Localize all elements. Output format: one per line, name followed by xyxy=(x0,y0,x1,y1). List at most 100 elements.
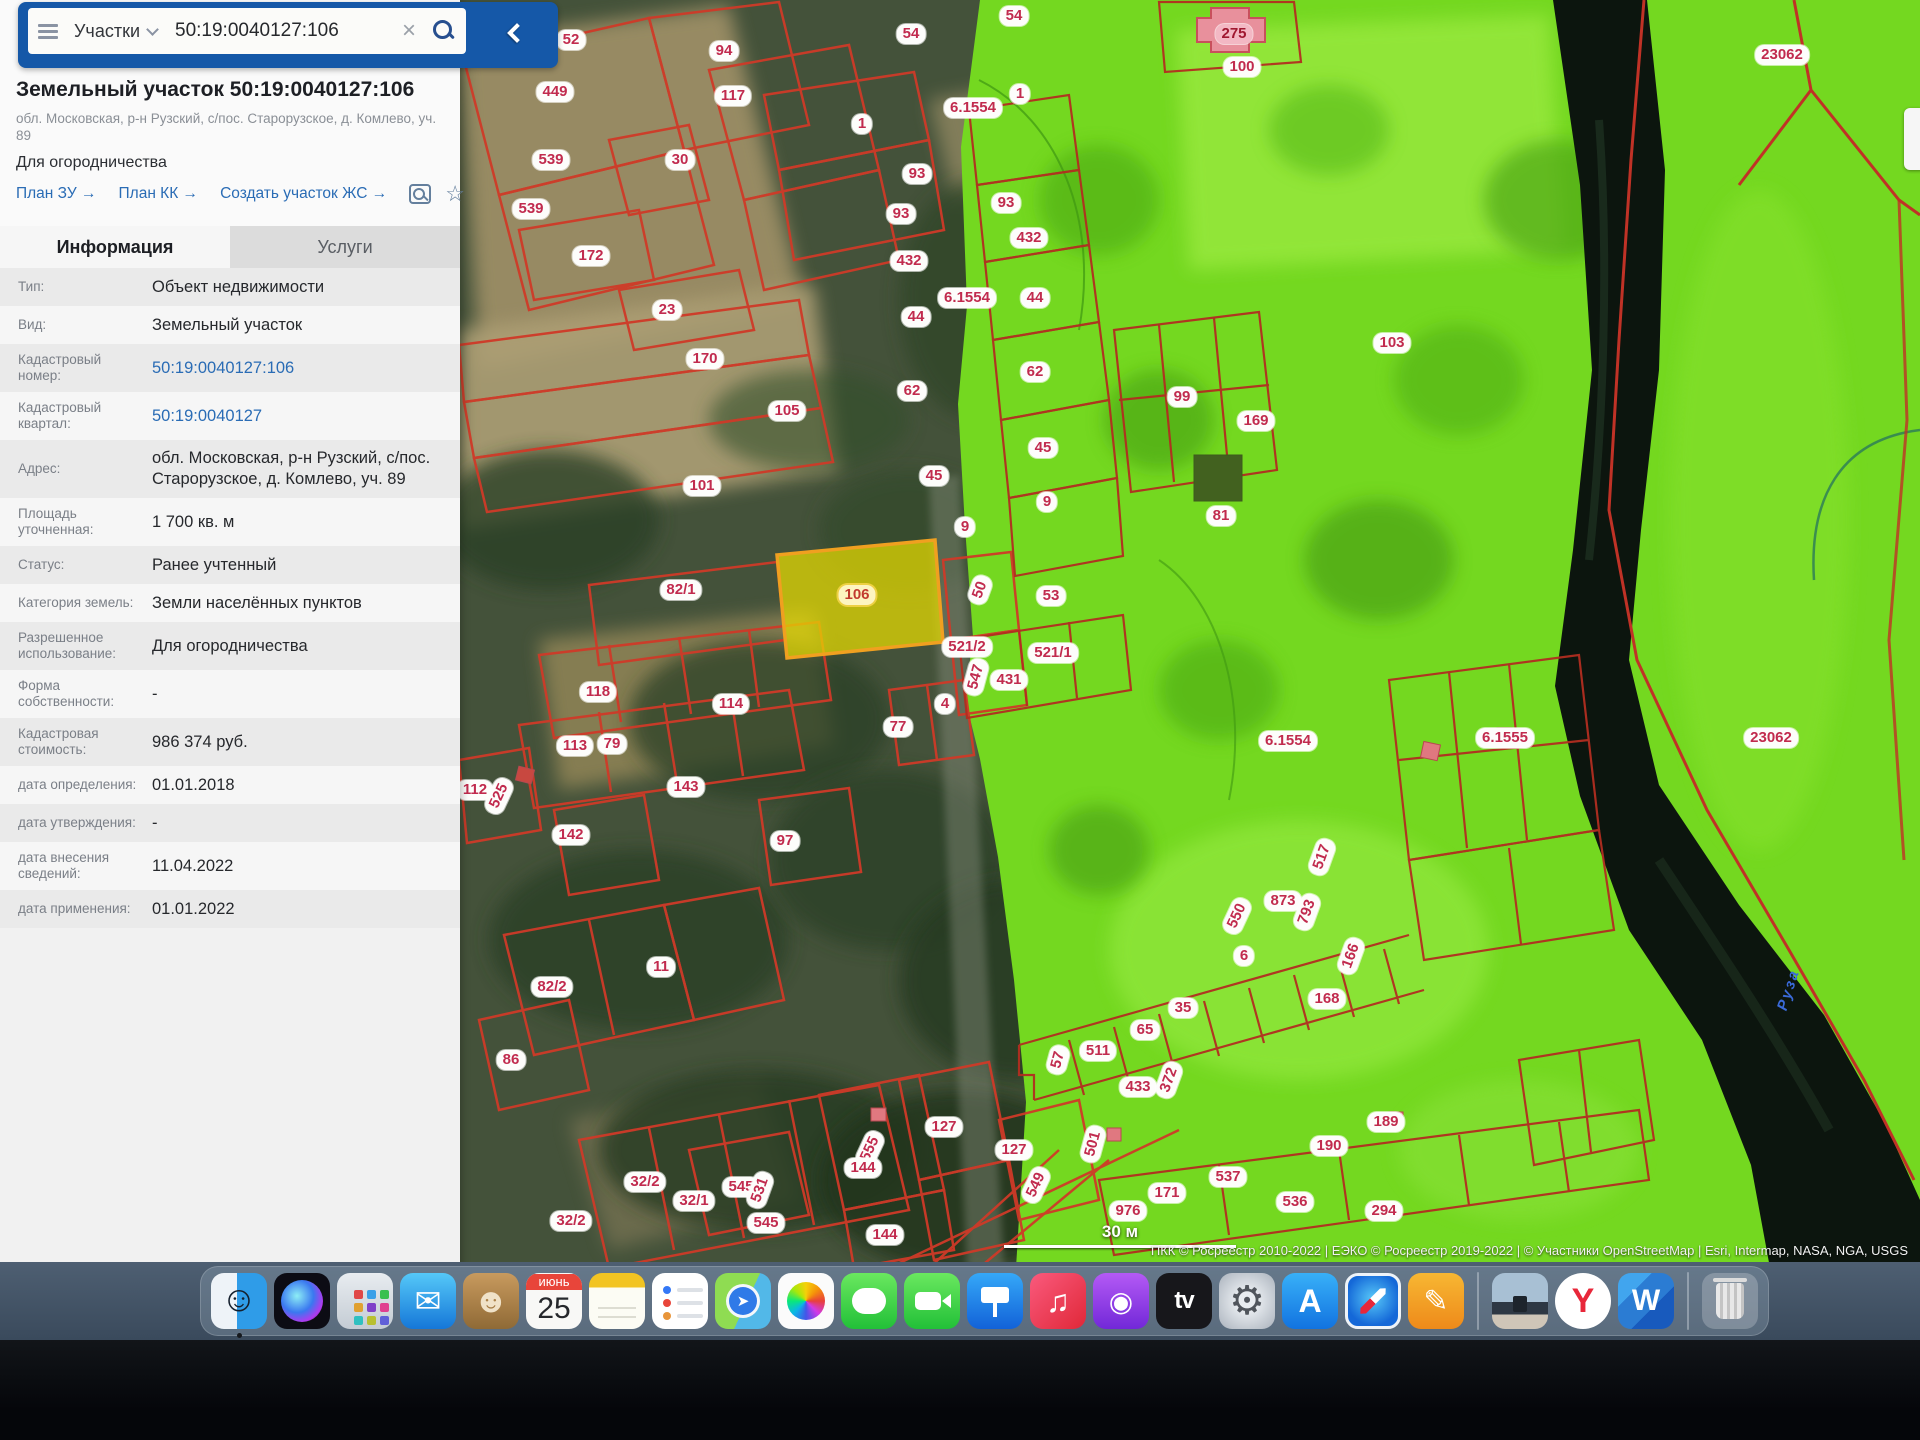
dock-icon[interactable]: ⚙ xyxy=(1219,1273,1275,1329)
plan-link[interactable]: Создать участок ЖС → xyxy=(220,185,387,203)
dock-icon[interactable]: A xyxy=(1282,1273,1338,1329)
dock-icon[interactable]: Y xyxy=(1555,1273,1611,1329)
info-row-value: 01.01.2018 xyxy=(152,775,460,796)
info-row-value: Для огородничества xyxy=(152,636,460,657)
parcel-info-table: Тип: Объект недвижимости Вид: Земельный … xyxy=(0,268,460,928)
dock-icon[interactable]: ✎ xyxy=(1408,1273,1464,1329)
app-icon xyxy=(663,1286,671,1294)
dock-icon[interactable]: ☻ xyxy=(463,1273,519,1329)
info-row-value: Объект недвижимости xyxy=(152,277,460,298)
app-icon: ☻ xyxy=(473,1282,509,1321)
app-icon: ➤ xyxy=(729,1287,757,1315)
dock-icon[interactable]: ➤ xyxy=(715,1273,771,1329)
dock-icon[interactable]: июнь 25 xyxy=(526,1273,582,1329)
zoom-to-parcel-icon[interactable] xyxy=(409,184,431,204)
info-row-label: Вид: xyxy=(0,317,152,333)
cadastral-map[interactable]: 52945454449117116.1554275100230625393053… xyxy=(459,0,1920,1268)
app-icon: tv xyxy=(1174,1287,1193,1315)
dock-icon[interactable]: ◉ xyxy=(1093,1273,1149,1329)
dock-icon[interactable]: tv xyxy=(1156,1273,1212,1329)
calendar-month: июнь xyxy=(526,1274,582,1290)
dock-icon[interactable] xyxy=(337,1273,393,1329)
info-row: Кадастровый номер: 50:19:0040127:106 xyxy=(0,344,460,392)
info-row-value: 50:19:0040127 xyxy=(152,406,460,427)
dock: ☺ ✉ xyxy=(200,1266,1769,1336)
info-row-value: Земельный участок xyxy=(152,315,460,336)
info-row: дата утверждения: - xyxy=(0,804,460,842)
dock-icon[interactable] xyxy=(1477,1272,1479,1330)
dock-icon[interactable] xyxy=(589,1273,645,1329)
info-row-label: Площадь уточненная: xyxy=(0,506,152,538)
dock-icon[interactable] xyxy=(1702,1273,1758,1329)
dock-icon[interactable] xyxy=(1345,1273,1401,1329)
app-icon: W xyxy=(1632,1284,1660,1318)
info-row: Тип: Объект недвижимости xyxy=(0,268,460,306)
tab-information[interactable]: Информация xyxy=(0,226,230,268)
info-row-value: - xyxy=(152,684,460,705)
info-row-value: Земли населённых пунктов xyxy=(152,593,460,614)
info-row-label: Разрешенное использование: xyxy=(0,630,152,662)
info-row: Площадь уточненная: 1 700 кв. м xyxy=(0,498,460,546)
app-icon: ☺ xyxy=(221,1278,258,1320)
app-icon xyxy=(1357,1285,1388,1316)
plan-link[interactable]: План КК → xyxy=(119,185,199,203)
dock-icon[interactable]: ♫ xyxy=(1030,1273,1086,1329)
app-icon xyxy=(787,1282,825,1320)
info-row: дата внесения сведений: 11.04.2022 xyxy=(0,842,460,890)
info-row-label: Кадастровый квартал: xyxy=(0,400,152,432)
info-row-label: Кадастровый номер: xyxy=(0,352,152,384)
favorite-star-icon[interactable]: ☆ xyxy=(445,184,465,204)
info-row-label: Кадастровая стоимость: xyxy=(0,726,152,758)
info-row: Форма собственности: - xyxy=(0,670,460,718)
app-icon xyxy=(354,1290,363,1299)
dock-icon[interactable] xyxy=(274,1273,330,1329)
dock-icon[interactable] xyxy=(904,1273,960,1329)
info-row-label: Адрес: xyxy=(0,461,152,477)
search-input[interactable]: 50:19:0040127:106 xyxy=(175,20,386,42)
info-row-label: дата применения: xyxy=(0,901,152,917)
map-graphic[interactable] xyxy=(459,0,1920,1268)
screen-bezel xyxy=(0,1340,1920,1440)
info-row-value: 11.04.2022 xyxy=(152,856,460,877)
parcel-title: Земельный участок 50:19:0040127:106 xyxy=(16,78,444,102)
app-icon: ♫ xyxy=(1046,1283,1070,1320)
info-row-label: дата утверждения: xyxy=(0,815,152,831)
dock-icon[interactable]: ☺ xyxy=(211,1273,267,1329)
map-zoom-control[interactable] xyxy=(1904,108,1920,170)
dock-icon[interactable] xyxy=(1492,1273,1548,1329)
collapse-panel-icon[interactable] xyxy=(507,23,527,43)
dock-icon[interactable] xyxy=(652,1273,708,1329)
info-row-value: - xyxy=(152,813,460,834)
search-icon[interactable] xyxy=(432,19,456,43)
screen: 52945454449117116.1554275100230625393053… xyxy=(0,0,1920,1440)
chevron-down-icon[interactable] xyxy=(146,23,159,36)
info-row: дата определения: 01.01.2018 xyxy=(0,766,460,804)
dock-icon[interactable] xyxy=(1687,1272,1689,1330)
tab-services[interactable]: Услуги xyxy=(230,226,460,268)
info-row-label: дата внесения сведений: xyxy=(0,850,152,882)
map-attribution: ПКК © Росреестр 2010-2022 | ЕЭКО © Росре… xyxy=(1151,1243,1908,1258)
app-icon: ◉ xyxy=(1109,1285,1133,1318)
plan-link[interactable]: План ЗУ → xyxy=(16,185,97,203)
clear-search-icon[interactable]: × xyxy=(402,21,416,41)
info-row: Категория земель: Земли населённых пункт… xyxy=(0,584,460,622)
info-row-value: 1 700 кв. м xyxy=(152,512,460,533)
panel-tabs: Информация Услуги xyxy=(0,226,460,268)
dock-icon[interactable] xyxy=(967,1273,1023,1329)
info-row-label: Тип: xyxy=(0,279,152,295)
dock-icon[interactable] xyxy=(841,1273,897,1329)
parcel-address: обл. Московская, р-н Рузский, с/пос. Ста… xyxy=(16,110,444,144)
dock-icon[interactable] xyxy=(778,1273,834,1329)
info-row: Разрешенное использование: Для огороднич… xyxy=(0,622,460,670)
search-category[interactable]: Участки xyxy=(74,21,140,42)
app-icon: ⚙ xyxy=(1229,1278,1265,1324)
dock-icon[interactable]: W xyxy=(1618,1273,1674,1329)
calendar-day: 25 xyxy=(537,1290,570,1328)
info-row: Кадастровая стоимость: 986 374 руб. xyxy=(0,718,460,766)
parcel-usage: Для огородничества xyxy=(16,154,444,172)
menu-icon[interactable] xyxy=(38,24,58,27)
info-row: Кадастровый квартал: 50:19:0040127 xyxy=(0,392,460,440)
search-field[interactable]: Участки 50:19:0040127:106 × xyxy=(28,8,466,54)
info-row-value: 986 374 руб. xyxy=(152,732,460,753)
dock-icon[interactable]: ✉ xyxy=(400,1273,456,1329)
